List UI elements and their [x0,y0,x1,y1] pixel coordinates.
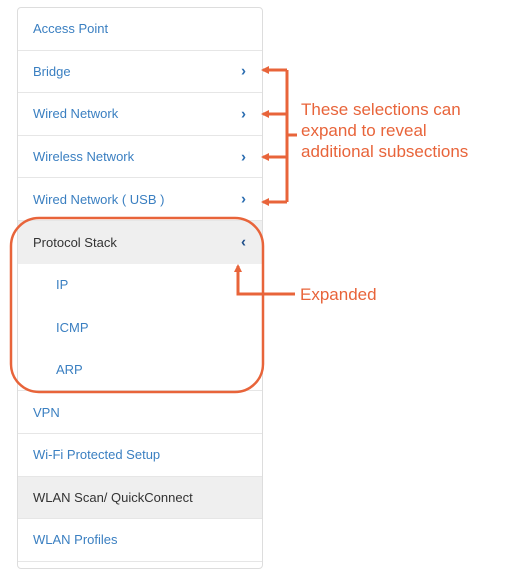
expanded-highlight [9,216,265,394]
annotation-arrow [234,264,295,296]
annotation-selections-text: These selections can expand to reveal ad… [301,99,468,162]
annotation-expanded-text: Expanded [300,285,377,304]
annotation-line: expand to reveal [301,121,427,140]
annotation-overlay [9,66,297,394]
annotation-line: additional subsections [301,142,469,161]
annotation-line: These selections can [301,100,461,119]
